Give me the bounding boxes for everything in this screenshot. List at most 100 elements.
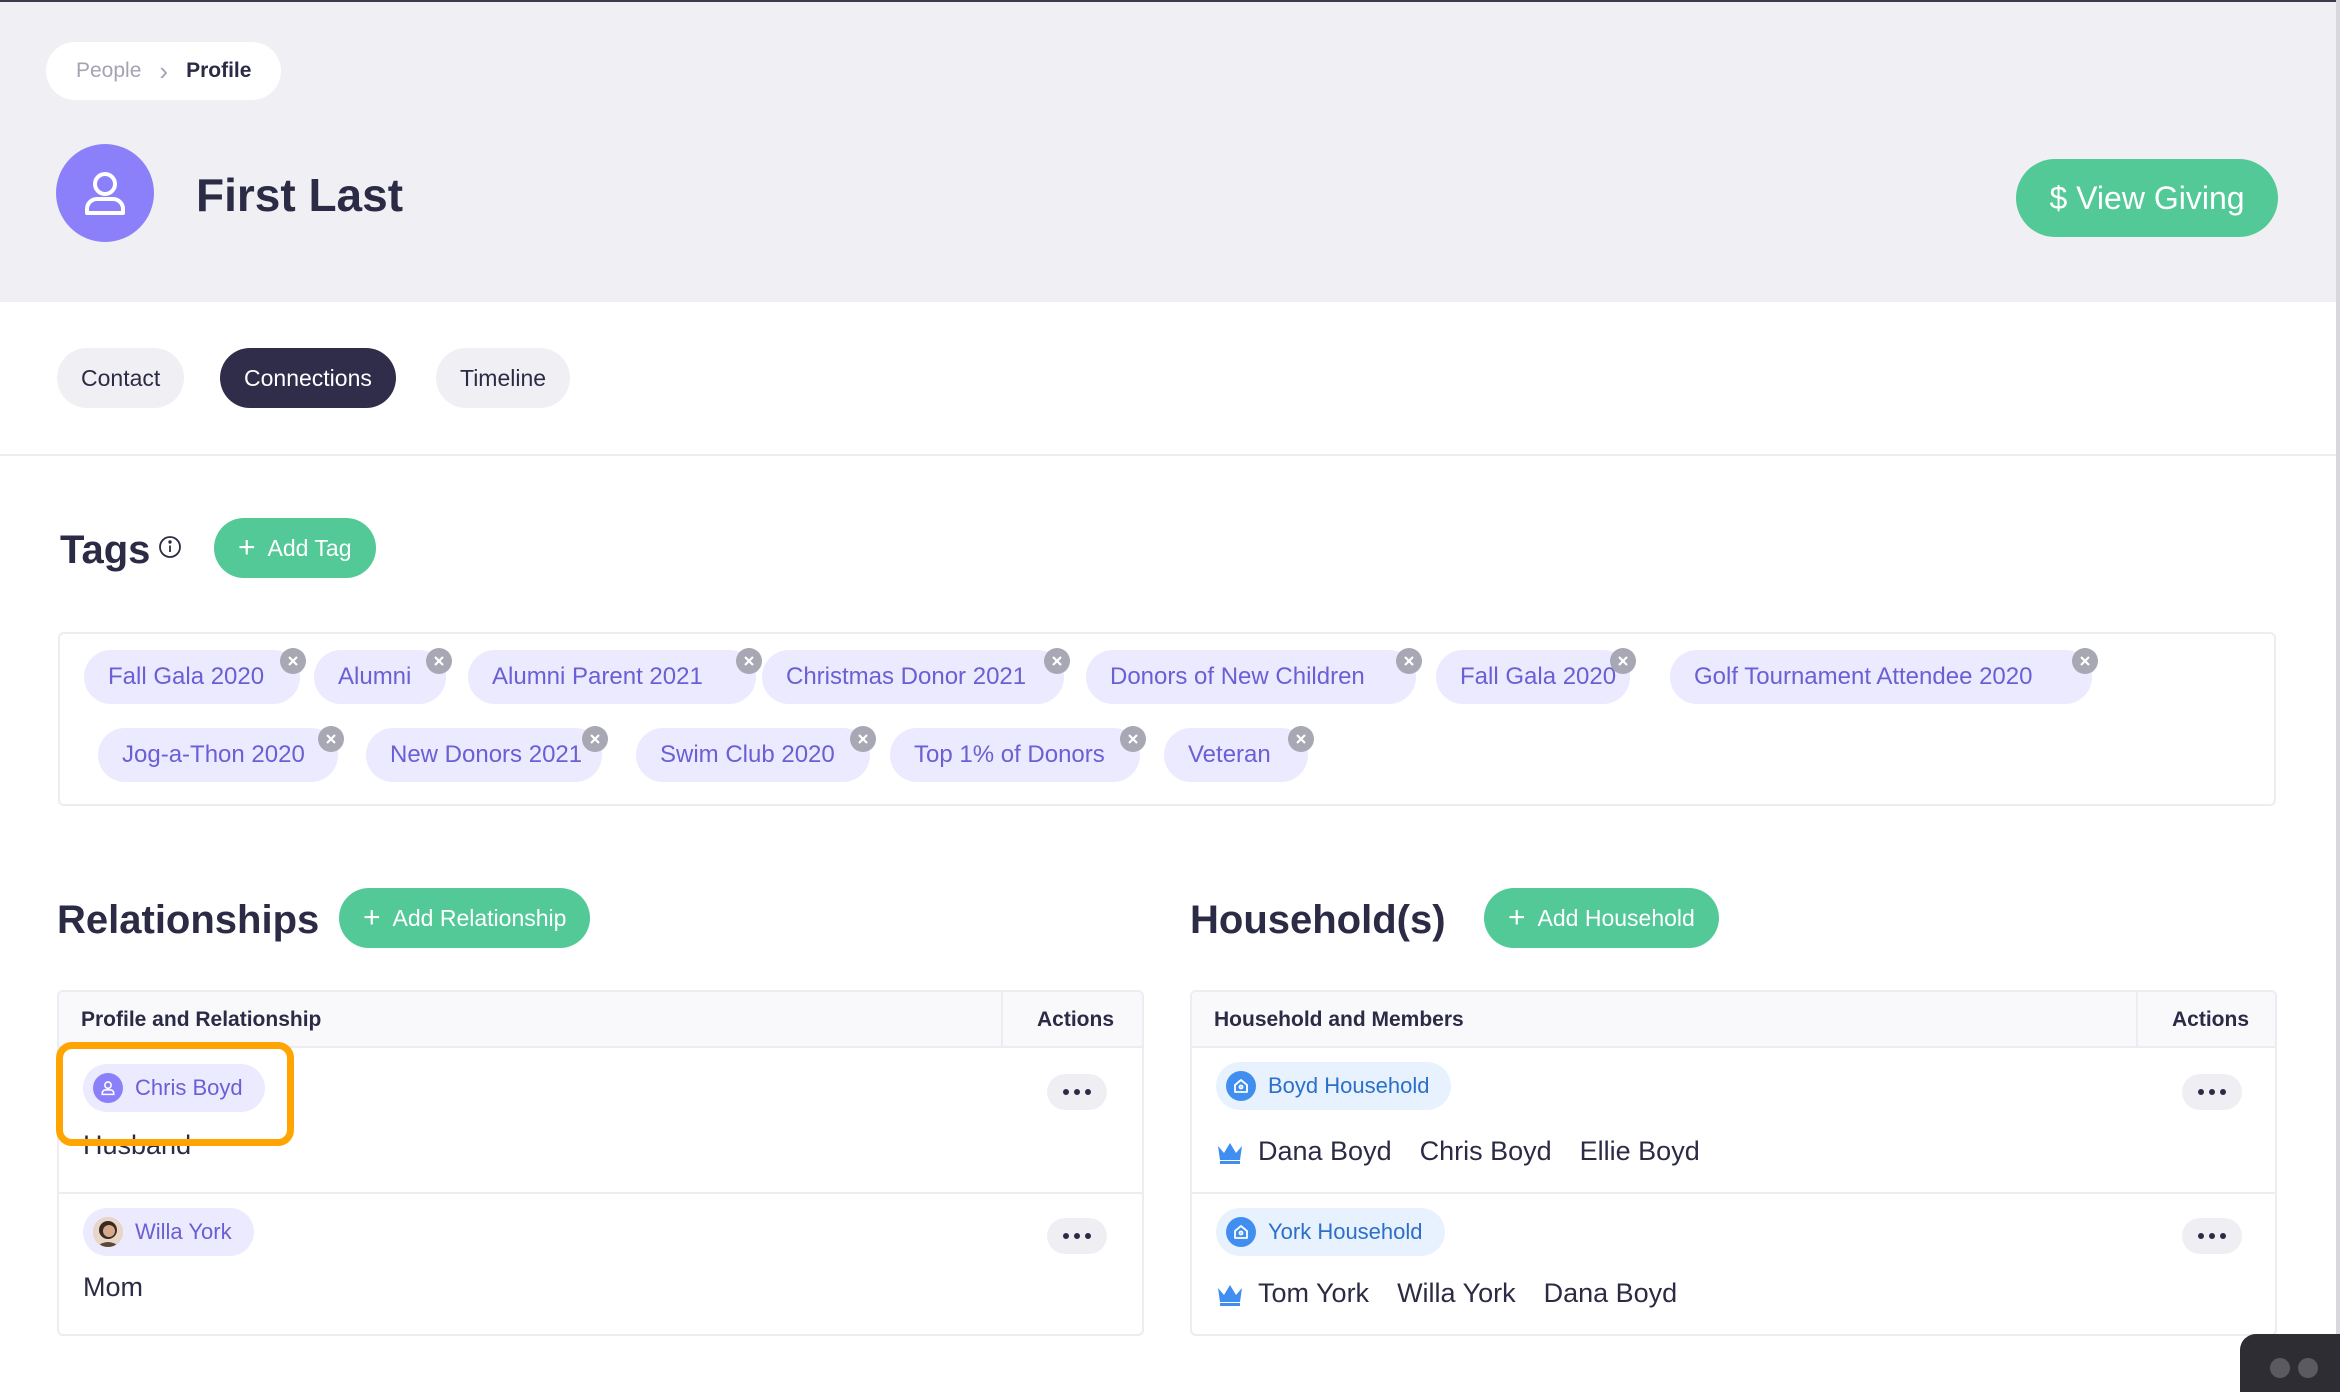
- household-members: Dana Boyd Chris Boyd Ellie Boyd: [1216, 1136, 1700, 1167]
- col-actions: Actions: [2172, 1008, 2250, 1031]
- tag-chip[interactable]: Jog-a-Thon 2020: [98, 728, 338, 782]
- tag-chip[interactable]: Fall Gala 2020: [1436, 650, 1630, 704]
- tag-chip[interactable]: Top 1% of Donors: [890, 728, 1140, 782]
- remove-tag-close-icon[interactable]: [280, 648, 306, 674]
- tag-chip[interactable]: Alumni Parent 2021: [468, 650, 756, 704]
- remove-tag-close-icon[interactable]: [850, 726, 876, 752]
- household-member[interactable]: Chris Boyd: [1420, 1136, 1552, 1167]
- row-actions-button[interactable]: [1047, 1074, 1107, 1110]
- tag-chip[interactable]: Donors of New Children: [1086, 650, 1416, 704]
- household-avatar: [1226, 1217, 1256, 1247]
- profile-avatar: [56, 144, 154, 242]
- remove-tag-close-icon[interactable]: [426, 648, 452, 674]
- person-chip-willa-york[interactable]: Willa York: [83, 1208, 254, 1256]
- dot: [2198, 1233, 2204, 1239]
- household-members: Tom York Willa York Dana Boyd: [1216, 1278, 1677, 1309]
- column-divider: [1001, 992, 1003, 1048]
- tag-label: Alumni Parent 2021: [492, 663, 703, 690]
- household-name: York Household: [1268, 1219, 1423, 1244]
- person-name: Willa York: [135, 1219, 232, 1244]
- tag-label: Fall Gala 2020: [1460, 663, 1617, 690]
- tag-label: Top 1% of Donors: [914, 741, 1105, 768]
- remove-tag-close-icon[interactable]: [1288, 726, 1314, 752]
- tag-label: Christmas Donor 2021: [786, 663, 1027, 690]
- tag-chip[interactable]: New Donors 2021: [366, 728, 602, 782]
- household-member[interactable]: Ellie Boyd: [1580, 1136, 1700, 1167]
- remove-tag-close-icon[interactable]: [1120, 726, 1146, 752]
- tag-label: Alumni: [338, 663, 412, 690]
- house-icon: [1234, 1079, 1248, 1093]
- households-table: Household and Members Actions Boyd House…: [1190, 990, 2277, 1336]
- tag-chip[interactable]: Veteran: [1164, 728, 1308, 782]
- row-actions-button[interactable]: [1047, 1218, 1107, 1254]
- add-household-label: Add Household: [1537, 904, 1695, 931]
- col-profile-relationship: Profile and Relationship: [81, 1008, 322, 1031]
- table-row: York Household Tom York Willa York Dana …: [1192, 1194, 2275, 1334]
- remove-tag-close-icon[interactable]: [582, 726, 608, 752]
- household-chip-york[interactable]: York Household: [1216, 1208, 1445, 1256]
- tab-contact[interactable]: Contact: [57, 348, 185, 408]
- plus-icon: +: [238, 531, 256, 564]
- remove-tag-close-icon[interactable]: [1610, 648, 1636, 674]
- floating-widget[interactable]: [2240, 1334, 2340, 1392]
- breadcrumb-chevron-icon: ›: [159, 56, 169, 86]
- tag-chip[interactable]: Golf Tournament Attendee 2020: [1670, 650, 2092, 704]
- person-photo-avatar: [93, 1217, 123, 1247]
- breadcrumb: People › Profile: [46, 42, 282, 100]
- remove-tag-close-icon[interactable]: [1044, 648, 1070, 674]
- remove-tag-close-icon[interactable]: [1396, 648, 1422, 674]
- dot: [1085, 1233, 1091, 1239]
- tab-bar: Contact Connections Timeline: [0, 302, 2336, 456]
- tab-connections[interactable]: Connections: [220, 348, 396, 408]
- dot: [1074, 1233, 1080, 1239]
- dot: [2220, 1233, 2226, 1239]
- avatar-photo-icon: [93, 1217, 123, 1247]
- col-actions: Actions: [1037, 1008, 1115, 1031]
- plus-icon: +: [363, 901, 381, 934]
- dot: [2220, 1089, 2226, 1095]
- dot: [1063, 1089, 1069, 1095]
- dot: [2209, 1233, 2215, 1239]
- view-giving-button[interactable]: $ View Giving: [2016, 159, 2278, 237]
- household-avatar: [1226, 1071, 1256, 1101]
- remove-tag-close-icon[interactable]: [736, 648, 762, 674]
- dot: [1063, 1233, 1069, 1239]
- dot: [1085, 1089, 1091, 1095]
- info-icon[interactable]: [158, 535, 182, 559]
- plus-icon: +: [1508, 901, 1526, 934]
- household-member[interactable]: Willa York: [1397, 1278, 1516, 1309]
- remove-tag-close-icon[interactable]: [2072, 648, 2098, 674]
- column-divider: [2136, 992, 2138, 1048]
- household-member[interactable]: Dana Boyd: [1544, 1278, 1678, 1309]
- user-icon: [85, 172, 125, 215]
- add-tag-label: Add Tag: [267, 534, 352, 561]
- add-relationship-button[interactable]: + Add Relationship: [339, 888, 591, 948]
- dot: [2198, 1089, 2204, 1095]
- remove-tag-close-icon[interactable]: [318, 726, 344, 752]
- crown-icon: [1218, 1284, 1242, 1306]
- add-household-button[interactable]: + Add Household: [1484, 888, 1719, 948]
- household-chip-boyd[interactable]: Boyd Household: [1216, 1062, 1452, 1110]
- household-member[interactable]: Dana Boyd: [1258, 1136, 1392, 1167]
- house-icon: [1234, 1225, 1248, 1239]
- relationships-title: Relationships: [57, 898, 320, 942]
- add-tag-button[interactable]: + Add Tag: [214, 518, 376, 578]
- tag-chip[interactable]: Christmas Donor 2021: [762, 650, 1064, 704]
- row-actions-button[interactable]: [2182, 1074, 2242, 1110]
- tag-label: Golf Tournament Attendee 2020: [1694, 663, 2033, 690]
- tag-label: Jog-a-Thon 2020: [122, 741, 305, 768]
- col-household-members: Household and Members: [1214, 1008, 1464, 1031]
- table-row: Willa York Mom: [59, 1194, 1142, 1334]
- profile-header: People › Profile First Last $ View Givin…: [0, 0, 2336, 302]
- row-actions-button[interactable]: [2182, 1218, 2242, 1254]
- page-title: First Last: [196, 169, 404, 221]
- household-member[interactable]: Tom York: [1258, 1278, 1369, 1309]
- relationship-label: Mom: [83, 1272, 143, 1302]
- tag-chip[interactable]: Fall Gala 2020: [84, 650, 300, 704]
- breadcrumb-people[interactable]: People: [76, 59, 141, 83]
- tab-timeline[interactable]: Timeline: [436, 348, 571, 408]
- tag-label: Fall Gala 2020: [108, 663, 265, 690]
- tags-title: Tags: [60, 528, 151, 572]
- window-edge: [2336, 0, 2340, 1392]
- tag-chip[interactable]: Swim Club 2020: [636, 728, 870, 782]
